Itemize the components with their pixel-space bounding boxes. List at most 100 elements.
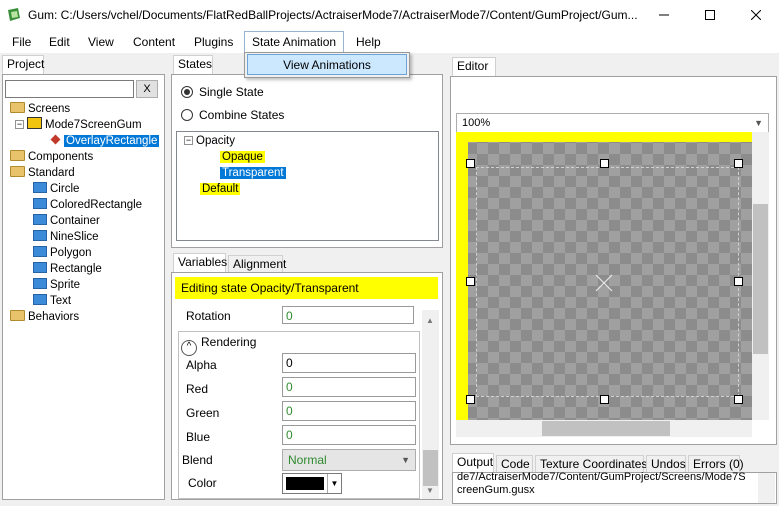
scroll-down-icon[interactable]: ▼ [426,486,434,495]
output-log: de7/ActraiserMode7/Content/GumProject/Sc… [457,471,757,501]
scroll-thumb[interactable] [423,450,438,486]
color-picker[interactable]: ▼ [282,473,342,494]
combine-states-radio[interactable]: Combine States [181,107,284,123]
state-category-opacity[interactable]: − Opacity [184,134,235,149]
scroll-up-icon[interactable]: ▲ [426,316,434,325]
red-input[interactable]: 0 [282,377,416,397]
resize-handle[interactable] [466,159,475,168]
minimize-icon [659,14,669,16]
tree-behaviors[interactable]: Behaviors [10,309,79,325]
tab-variables[interactable]: Variables [173,253,227,273]
menu-state-animation[interactable]: State Animation [244,31,345,53]
resize-handle[interactable] [466,277,475,286]
tab-states[interactable]: States [173,55,213,75]
blend-select[interactable]: Normal ▼ [282,449,416,471]
resize-handle[interactable] [734,277,743,286]
minimize-button[interactable] [641,0,687,30]
single-state-radio[interactable]: Single State [181,84,264,100]
tab-output[interactable]: Output [452,453,494,473]
tree-std-circle[interactable]: Circle [33,181,79,197]
standard-element-icon [33,198,47,209]
alpha-input[interactable]: 0 [282,353,416,373]
red-label: Red [186,382,209,396]
tree-std-coloredrectangle[interactable]: ColoredRectangle [33,197,142,213]
scroll-thumb[interactable] [753,204,768,354]
tree-std-container[interactable]: Container [33,213,100,229]
tree-label: Sprite [50,279,81,291]
resize-handle[interactable] [466,395,475,404]
radio-unselected-icon [181,109,193,121]
resize-handle[interactable] [600,395,609,404]
state-transparent[interactable]: Transparent [220,166,286,181]
green-label: Green [186,406,220,420]
menu-content[interactable]: Content [126,31,182,53]
chevron-down-icon: ▼ [401,455,410,465]
tree-std-text[interactable]: Text [33,293,71,309]
tab-alignment[interactable]: Alignment [228,255,286,273]
editor-canvas[interactable] [456,132,769,420]
chevron-up-icon[interactable]: ^ [181,340,197,356]
state-animation-dropdown: View Animations [244,52,410,78]
tab-project[interactable]: Project [2,55,44,75]
state-opaque[interactable]: Opaque [220,150,265,165]
state-default[interactable]: Default [200,182,241,197]
tree-label: Circle [50,183,80,195]
tree-std-rectangle[interactable]: Rectangle [33,261,102,277]
green-input[interactable]: 0 [282,401,416,421]
tree-std-nineslice[interactable]: NineSlice [33,229,99,245]
gum-app-icon [8,8,20,21]
tree-label: Standard [28,167,75,179]
chevron-down-icon[interactable]: ▼ [327,474,341,493]
editor-hscrollbar[interactable] [456,420,752,437]
radio-selected-icon [181,86,193,98]
folder-icon [10,150,25,161]
state-label: Opacity [196,135,235,147]
collapse-icon[interactable]: − [184,136,193,145]
tree-components[interactable]: Components [10,149,93,165]
menu-plugins[interactable]: Plugins [187,31,240,53]
tree-standard[interactable]: Standard [10,165,75,181]
tree-label: Behaviors [28,311,80,323]
collapse-icon[interactable]: − [15,120,24,129]
standard-element-icon [33,278,47,289]
tab-editor[interactable]: Editor [452,57,496,77]
tree-screen-mode7[interactable]: − Mode7ScreenGum [15,117,142,133]
alpha-label: Alpha [186,358,217,372]
tree-std-polygon[interactable]: Polygon [33,245,92,261]
blue-input[interactable]: 0 [282,425,416,445]
menu-edit[interactable]: Edit [42,31,77,53]
zoom-select[interactable]: 100% ▼ [456,113,769,133]
chevron-down-icon: ▼ [754,118,763,128]
project-search-input[interactable] [5,80,134,98]
resize-handle[interactable] [734,395,743,404]
rendering-header[interactable]: ^ Rendering [181,335,256,356]
clear-search-button[interactable]: X [136,80,158,98]
tree-instance-overlay[interactable]: OverlayRectangle [50,133,160,149]
maximize-button[interactable] [687,0,733,30]
editing-state-banner: Editing state Opacity/Transparent [175,277,438,299]
standard-element-icon [33,294,47,305]
standard-element-icon [33,246,47,257]
radio-label: Single State [199,85,264,99]
ruler-top [456,132,769,142]
menu-view-animations[interactable]: View Animations [247,54,407,75]
tree-label: Mode7ScreenGum [45,119,142,131]
close-button[interactable] [733,0,779,30]
output-scrollbar[interactable] [758,473,775,503]
tree-label: ColoredRectangle [50,199,143,211]
tree-std-sprite[interactable]: Sprite [33,277,80,293]
resize-handle[interactable] [600,159,609,168]
menu-view[interactable]: View [81,31,121,53]
tree-screens[interactable]: Screens [10,101,70,117]
editor-vscrollbar[interactable] [752,132,769,420]
menu-file[interactable]: File [5,31,38,53]
scroll-thumb[interactable] [542,421,670,436]
folder-icon [10,166,25,177]
tree-label: Container [50,215,100,227]
tree-label: OverlayRectangle [64,135,160,147]
rotation-input[interactable]: 0 [282,306,414,324]
resize-handle[interactable] [734,159,743,168]
variables-scrollbar[interactable]: ▲ ▼ [422,310,439,499]
screen-icon [27,117,42,129]
menu-help[interactable]: Help [349,31,388,53]
